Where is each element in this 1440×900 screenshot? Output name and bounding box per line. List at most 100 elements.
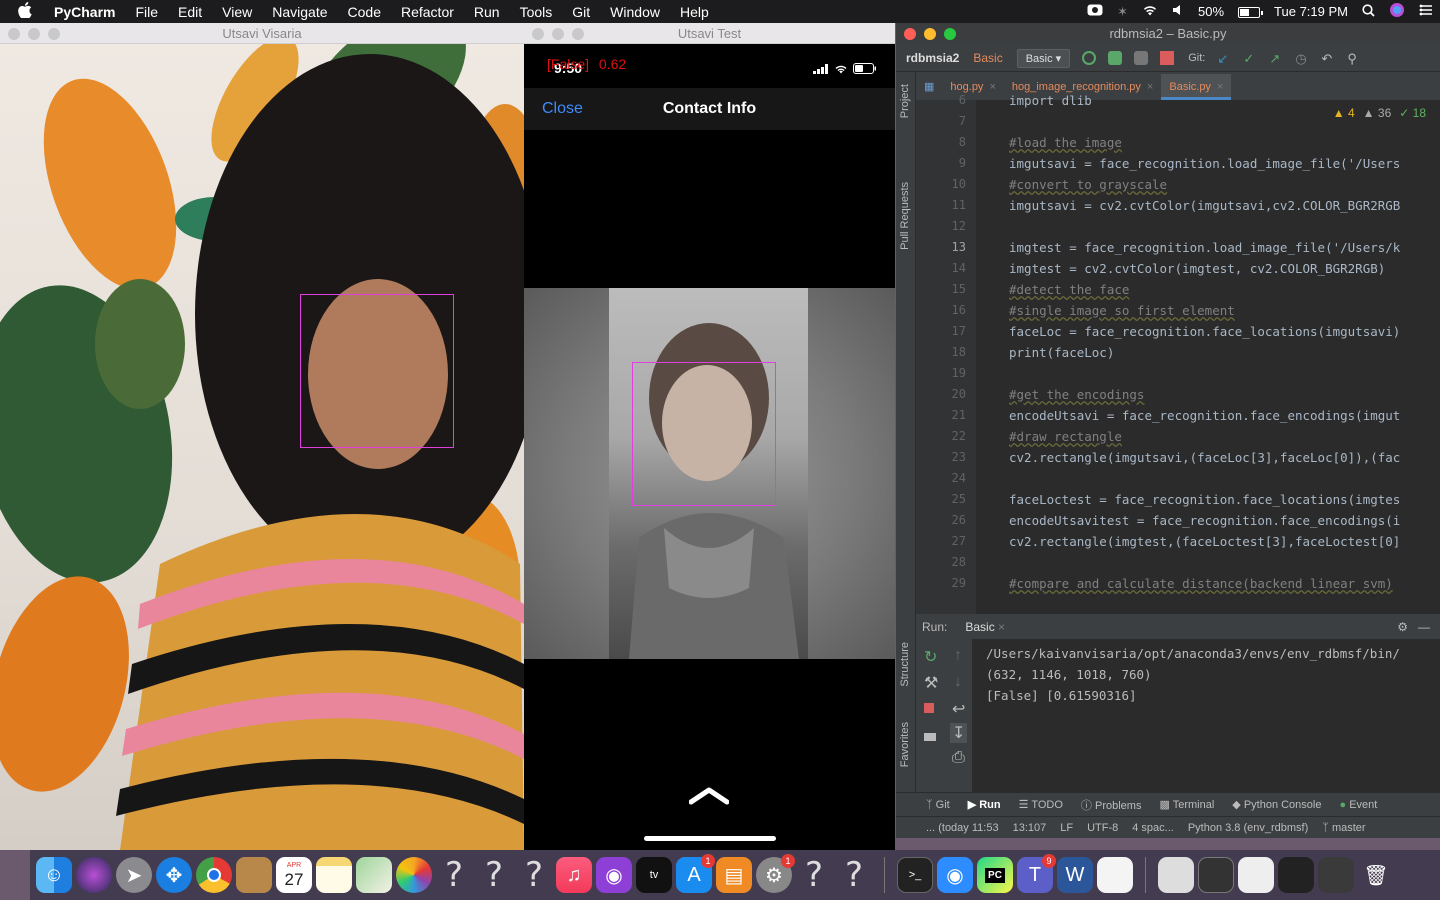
close-tab-icon[interactable]: × (1147, 81, 1153, 93)
menu-window[interactable]: Window (600, 4, 670, 20)
print-icon[interactable]: ⎙ (952, 749, 965, 767)
code-editor[interactable]: ▲ 4 ▲ 36 ✓ 18 6 import dlib 7 8 #load the im… (916, 93, 1440, 614)
tool-todo[interactable]: ☰ TODO (1019, 798, 1063, 811)
menu-help[interactable]: Help (670, 4, 719, 20)
warning-count-b[interactable]: ▲ 36 (1363, 106, 1392, 120)
screen-record-icon[interactable] (1080, 4, 1110, 19)
tool-git[interactable]: ᛉ Git (926, 799, 950, 811)
document-icon[interactable] (1097, 857, 1133, 893)
gear-icon[interactable]: ⚙ (1397, 620, 1408, 634)
git-update-icon[interactable]: ↙ (1217, 51, 1231, 66)
maximize-icon[interactable] (48, 28, 60, 40)
music-icon[interactable]: ♫ (556, 857, 592, 893)
home-indicator[interactable] (644, 836, 776, 841)
run-config-select[interactable]: Basic ▾ (1016, 48, 1071, 68)
apple-menu-icon[interactable] (18, 1, 40, 22)
stop-icon[interactable] (1160, 51, 1175, 65)
control-center-icon[interactable] (1412, 4, 1440, 19)
project-breadcrumb[interactable]: rdbmsia2 (906, 51, 959, 65)
caret-position[interactable]: 13:107 (1013, 822, 1047, 834)
spotlight-search-icon[interactable] (1355, 3, 1382, 20)
maximize-icon[interactable] (944, 28, 956, 40)
unknown-app-icon[interactable]: ? (476, 855, 512, 895)
volume-icon[interactable] (1165, 4, 1191, 19)
stop-icon[interactable] (924, 703, 934, 713)
tool-tab-structure[interactable]: Structure (899, 642, 911, 687)
notes-icon[interactable] (316, 857, 352, 893)
minimized-window-thumb[interactable] (1158, 857, 1194, 893)
teams-icon[interactable]: T9 (1017, 854, 1056, 893)
minimized-window-thumb[interactable] (1238, 857, 1274, 893)
window-titlebar[interactable]: rdbmsia2 – Basic.py (896, 23, 1440, 45)
up-arrow-icon[interactable]: ↑ (954, 647, 962, 665)
test-image-window[interactable]: Utsavi Test 9:50 [False] 0.62 Close Cont… (524, 23, 895, 850)
photo-window-reference[interactable]: Utsavi Visaria (0, 23, 524, 850)
warning-count-a[interactable]: ▲ 4 (1333, 106, 1355, 120)
rerun-icon[interactable]: ↻ (924, 647, 937, 667)
soft-wrap-icon[interactable]: ↩ (952, 699, 965, 719)
debug-icon[interactable] (1108, 51, 1123, 65)
vcs-status[interactable]: ... (today 11:53 (926, 822, 999, 834)
system-preferences-icon[interactable]: ⚙ 1 (756, 854, 795, 893)
apple-tv-icon[interactable]: tv (636, 857, 672, 893)
close-icon[interactable] (8, 28, 20, 40)
minimized-window-thumb[interactable] (1198, 857, 1234, 893)
minimized-window-thumb[interactable] (1278, 857, 1314, 893)
tool-problems[interactable]: ⓘ Problems (1081, 797, 1142, 813)
tool-python-console[interactable]: ◆ Python Console (1232, 798, 1321, 811)
python-interpreter[interactable]: Python 3.8 (env_rdbmsf) (1188, 822, 1308, 834)
window-titlebar[interactable]: Utsavi Test (524, 23, 895, 44)
menu-edit[interactable]: Edit (168, 4, 212, 20)
menu-file[interactable]: File (125, 4, 168, 20)
word-icon[interactable]: W (1057, 857, 1093, 893)
minimize-icon[interactable] (924, 28, 936, 40)
siri-icon[interactable] (1382, 2, 1412, 21)
menu-navigate[interactable]: Navigate (262, 4, 337, 20)
contacts-icon[interactable] (236, 857, 272, 893)
trash-icon[interactable]: 🗑 (1358, 857, 1394, 893)
layout-icon[interactable] (924, 733, 936, 741)
menu-view[interactable]: View (212, 4, 262, 20)
git-commit-icon[interactable]: ✓ (1243, 51, 1257, 66)
window-controls[interactable] (532, 28, 584, 40)
close-icon[interactable] (904, 28, 916, 40)
pycharm-window[interactable]: rdbmsia2 – Basic.py rdbmsia2 Basic Basic… (896, 23, 1440, 838)
scroll-to-end-icon[interactable]: ↧ (950, 723, 968, 743)
inspection-widget[interactable]: ▲ 4 ▲ 36 ✓ 18 (1333, 106, 1426, 120)
terminal-icon[interactable]: >_ (897, 857, 933, 893)
line-separator[interactable]: LF (1060, 822, 1073, 834)
finder-icon[interactable]: ☺ (36, 857, 72, 893)
minimize-icon[interactable] (28, 28, 40, 40)
app-store-icon[interactable]: A1 (676, 854, 715, 893)
siri-icon[interactable] (76, 857, 112, 893)
run-tab-basic[interactable]: Basic × (965, 620, 1005, 634)
search-everywhere-icon[interactable]: ⚲ (1347, 51, 1361, 66)
window-controls[interactable] (904, 28, 956, 40)
unknown-app-icon[interactable]: ? (436, 855, 472, 895)
window-titlebar[interactable]: Utsavi Visaria (0, 23, 524, 44)
calendar-icon[interactable]: APR 27 (276, 857, 312, 893)
menu-app-name[interactable]: PyCharm (54, 4, 125, 20)
maps-icon[interactable] (356, 857, 392, 893)
run-output[interactable]: /Users/kaivanvisaria/opt/anaconda3/envs/… (986, 643, 1400, 706)
tool-tab-pull-requests[interactable]: Pull Requests (899, 182, 911, 250)
tool-event-log[interactable]: ● Event (1339, 799, 1377, 811)
clock[interactable]: Tue 7:19 PM (1267, 4, 1355, 19)
zoom-icon[interactable]: ◉ (937, 857, 973, 893)
tool-terminal[interactable]: ▩ Terminal (1159, 798, 1214, 811)
launchpad-icon[interactable]: ➤ (116, 857, 152, 893)
wrench-icon[interactable]: ⚒ (924, 673, 938, 693)
git-history-icon[interactable]: ◷ (1295, 51, 1309, 66)
menu-tools[interactable]: Tools (510, 4, 563, 20)
podcasts-icon[interactable]: ◉ (596, 857, 632, 893)
menu-run[interactable]: Run (464, 4, 510, 20)
chrome-icon[interactable] (196, 857, 232, 893)
file-encoding[interactable]: UTF-8 (1087, 822, 1118, 834)
maximize-icon[interactable] (572, 28, 584, 40)
git-push-icon[interactable]: ↗ (1269, 51, 1283, 66)
git-branch[interactable]: ᛉ master (1322, 822, 1365, 834)
tool-tab-project[interactable]: Project (899, 84, 911, 118)
close-icon[interactable] (532, 28, 544, 40)
indent-setting[interactable]: 4 spac... (1132, 822, 1174, 834)
chevron-up-icon[interactable] (689, 785, 729, 805)
